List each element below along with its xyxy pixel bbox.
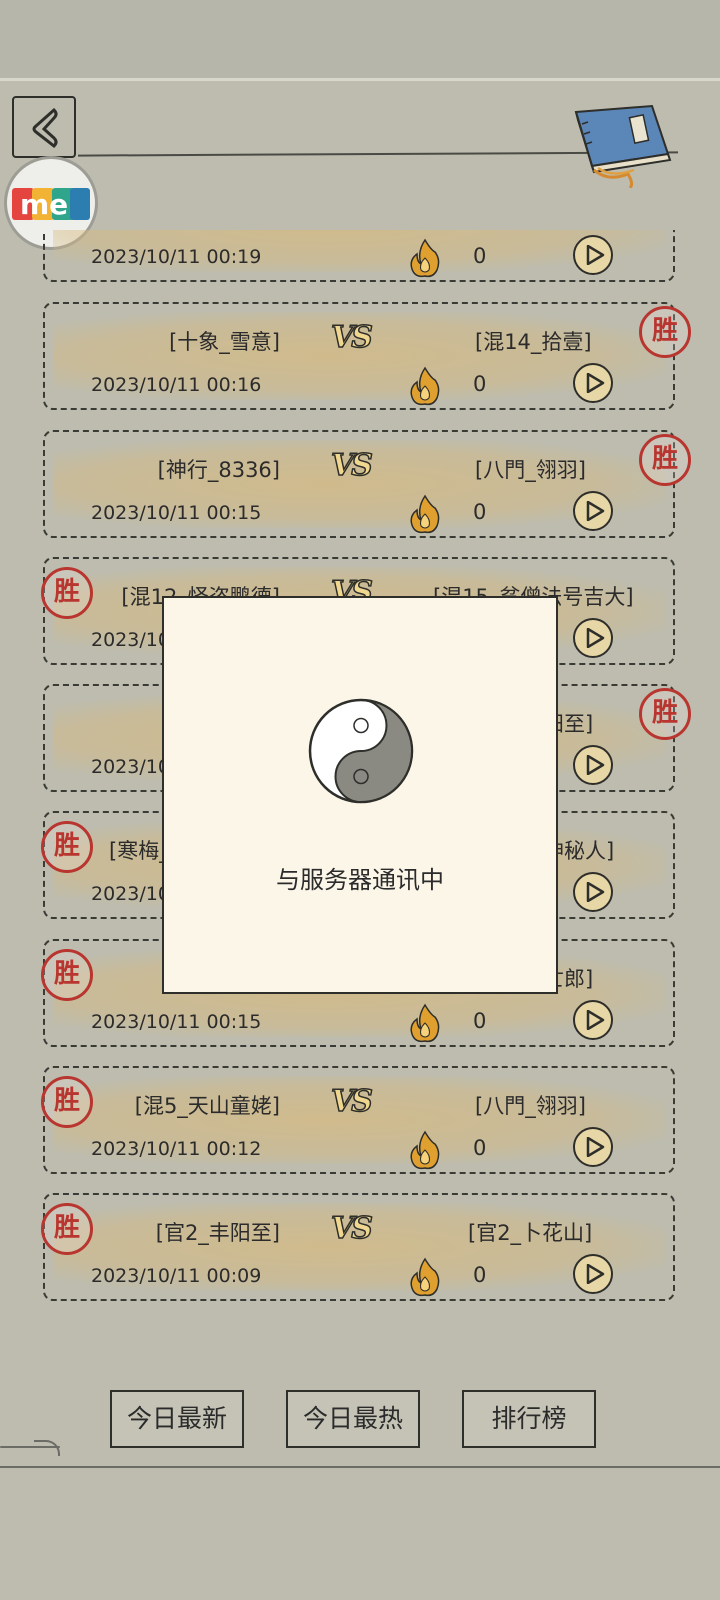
match-card[interactable]: [混5_天山童姥] VS [八門_翎羽] 2023/10/11 00:12 0 … [41, 1066, 675, 1174]
play-icon [586, 501, 605, 521]
loading-dialog: 与服务器通讯中 [162, 596, 558, 994]
win-stamp: 胜 [41, 1076, 93, 1128]
vs-label: VS [330, 1210, 373, 1247]
match-card[interactable]: [神行_8336] VS [八門_翎羽] 2023/10/11 00:15 0 … [43, 430, 691, 538]
win-stamp: 胜 [41, 1203, 93, 1255]
match-date: 2023/10/11 00:16 [91, 374, 262, 396]
player-one: [神行_8336] [157, 458, 280, 482]
match-date: 2023/10/11 00:15 [91, 502, 262, 524]
heat-count: 0 [473, 372, 487, 396]
player-one: [十象_雪意] [169, 330, 280, 354]
fire-icon [410, 366, 440, 406]
book-scroll-icon [574, 104, 672, 190]
play-button[interactable] [573, 618, 613, 658]
tab-today-hottest[interactable]: 今日最热 [286, 1390, 420, 1448]
heat-count: 0 [473, 1263, 487, 1287]
heat-count: 0 [473, 244, 487, 268]
play-icon [586, 1137, 605, 1157]
play-button[interactable] [573, 1000, 613, 1040]
player-one: [官2_丰阳至] [155, 1221, 280, 1245]
play-button[interactable] [573, 363, 613, 403]
match-date: 2023/10/11 00:09 [91, 1265, 262, 1287]
footer-divider [0, 1466, 720, 1468]
player-one: [寒梅_ [109, 839, 170, 863]
fire-icon [410, 1130, 440, 1170]
heat-count: 0 [473, 1009, 487, 1033]
play-icon [586, 628, 605, 648]
fire-icon [410, 494, 440, 534]
player-two: [八門_翎羽] [475, 458, 586, 482]
play-icon [586, 755, 605, 775]
play-button[interactable] [573, 1254, 613, 1294]
play-button[interactable] [573, 1127, 613, 1167]
play-icon [586, 882, 605, 902]
play-icon [586, 373, 605, 393]
play-icon [586, 245, 605, 265]
yin-yang-icon [308, 698, 414, 804]
svg-text:me: me [20, 188, 68, 221]
win-stamp: 胜 [639, 434, 691, 486]
status-bar-area [0, 0, 720, 78]
win-stamp: 胜 [41, 567, 93, 619]
win-stamp: 胜 [41, 949, 93, 1001]
player-two: [混14_拾壹] [475, 330, 592, 354]
win-stamp: 胜 [639, 306, 691, 358]
play-icon [586, 1010, 605, 1030]
play-button[interactable] [573, 491, 613, 531]
vs-label: VS [330, 319, 373, 356]
match-card[interactable]: 2023/10/11 00:19 0 [43, 230, 675, 282]
win-stamp: 胜 [639, 688, 691, 740]
top-divider [0, 78, 720, 81]
player-one: [混5_天山童姥] [134, 1094, 280, 1118]
fire-icon [410, 238, 440, 278]
book-scroll-button[interactable] [568, 104, 688, 192]
match-card[interactable]: [十象_雪意] VS [混14_拾壹] 2023/10/11 00:16 0 胜 [43, 302, 691, 410]
loading-message: 与服务器通讯中 [276, 866, 444, 894]
play-button[interactable] [573, 872, 613, 912]
bottom-tabs: 今日最新 今日最热 排行榜 [0, 1390, 720, 1450]
heat-count: 0 [473, 1136, 487, 1160]
match-date: 2023/10/11 00:19 [91, 246, 262, 268]
play-button[interactable] [573, 745, 613, 785]
vs-label: VS [330, 1083, 373, 1120]
back-button[interactable] [12, 96, 76, 158]
player-two: [官2_卜花山] [468, 1221, 593, 1245]
tab-leaderboard[interactable]: 排行榜 [462, 1390, 596, 1448]
match-card[interactable]: [官2_丰阳至] VS [官2_卜花山] 2023/10/11 00:09 0 … [41, 1193, 675, 1301]
fire-icon [410, 1003, 440, 1043]
play-button[interactable] [573, 235, 613, 275]
player-two: [八門_翎羽] [475, 1094, 586, 1118]
back-arrow-icon [32, 107, 58, 148]
match-date: 2023/10/11 00:15 [91, 1011, 262, 1033]
vs-label: VS [330, 447, 373, 484]
play-icon [586, 1264, 605, 1284]
heat-count: 0 [473, 500, 487, 524]
tab-today-latest[interactable]: 今日最新 [110, 1390, 244, 1448]
fire-icon [410, 1257, 440, 1297]
match-date: 2023/10/11 00:12 [91, 1138, 262, 1160]
me-logo-icon: me [12, 188, 90, 221]
win-stamp: 胜 [41, 821, 93, 873]
